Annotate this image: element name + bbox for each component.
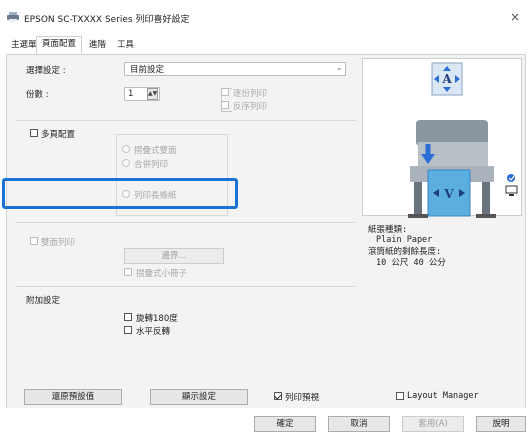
tab-page-layout[interactable]: 頁面配置 bbox=[36, 36, 83, 54]
chevron-down-icon: ⌄ bbox=[336, 63, 343, 72]
paper-orientation-icon: A bbox=[431, 62, 463, 96]
select-setting-label: 選擇設定 : bbox=[26, 66, 66, 76]
window-title: EPSON SC-TXXXX Series 列印喜好設定 bbox=[24, 15, 190, 25]
divider bbox=[16, 286, 356, 287]
paper-type-value: Plain Paper bbox=[376, 235, 433, 245]
divider bbox=[16, 222, 356, 223]
mirror-checkbox[interactable] bbox=[124, 326, 132, 334]
network-pc-icon bbox=[505, 172, 519, 198]
duplex-checkbox[interactable] bbox=[30, 237, 38, 245]
tab-utility[interactable]: 工具 bbox=[112, 38, 139, 53]
help-button[interactable]: 說明 bbox=[476, 416, 526, 432]
ok-button[interactable]: 確定 bbox=[254, 416, 316, 432]
radio-folded-double-sided[interactable] bbox=[122, 145, 130, 153]
additional-settings-title: 附加設定 bbox=[26, 296, 61, 306]
margins-button[interactable]: 邊界... bbox=[124, 248, 224, 264]
highlight-box bbox=[2, 178, 238, 209]
rotate-180-checkbox[interactable] bbox=[124, 313, 132, 321]
paper-type-label: 紙張種類: bbox=[368, 225, 408, 235]
duplex-label: 雙面列印 bbox=[41, 238, 76, 248]
collate-label: 逐份列印 bbox=[233, 89, 268, 99]
apply-button[interactable]: 套用(A) bbox=[402, 416, 464, 432]
copies-label: 份數 : bbox=[26, 90, 49, 100]
mirror-label: 水平反轉 bbox=[136, 327, 171, 337]
select-setting-value: 目前設定 bbox=[130, 65, 165, 75]
copies-value: 1 bbox=[128, 89, 134, 99]
stepper-arrows-icon[interactable]: ▲▼ bbox=[147, 88, 158, 100]
layout-manager-label: Layout Manager bbox=[407, 391, 479, 401]
cancel-button[interactable]: 取消 bbox=[328, 416, 390, 432]
booklet-label: 摺疊式小冊子 bbox=[136, 269, 188, 279]
print-preview-checkbox[interactable] bbox=[274, 392, 282, 400]
radio-n-up[interactable] bbox=[122, 159, 130, 167]
restore-defaults-button[interactable]: 還原預設值 bbox=[24, 389, 122, 405]
close-icon[interactable]: × bbox=[510, 10, 520, 24]
roll-remaining-value: 10 公尺 40 公分 bbox=[376, 258, 446, 268]
booklet-checkbox[interactable] bbox=[124, 268, 132, 276]
collate-checkbox[interactable] bbox=[221, 88, 229, 96]
tab-advanced[interactable]: 進階 bbox=[84, 38, 111, 53]
option-n-up: 合併列印 bbox=[134, 160, 169, 170]
multipage-label: 多頁配置 bbox=[41, 130, 76, 140]
multipage-checkbox[interactable] bbox=[30, 129, 38, 137]
reverse-order-checkbox[interactable] bbox=[221, 101, 229, 109]
svg-text:A: A bbox=[441, 72, 452, 86]
layout-manager-checkbox[interactable] bbox=[396, 392, 404, 400]
show-settings-button[interactable]: 顯示設定 bbox=[150, 389, 248, 405]
rotate-180-label: 旋轉180度 bbox=[136, 314, 178, 324]
printer-icon bbox=[6, 12, 20, 22]
print-preview-label: 列印預視 bbox=[285, 393, 320, 403]
printer-illustration-icon: V bbox=[388, 114, 512, 224]
option-folded-double-sided: 摺疊式雙面 bbox=[134, 146, 177, 156]
reverse-order-label: 反序列印 bbox=[233, 102, 268, 112]
svg-text:V: V bbox=[443, 187, 454, 201]
divider bbox=[16, 120, 356, 121]
